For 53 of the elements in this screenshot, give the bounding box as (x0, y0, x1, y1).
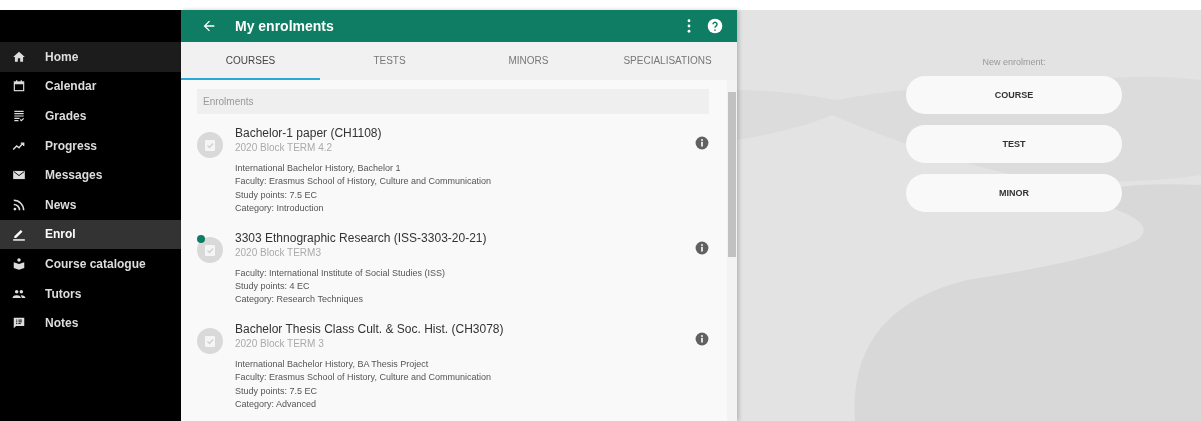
info-icon[interactable] (695, 331, 709, 346)
course-detail: Faculty: Erasmus School of History, Culture and Communication (235, 175, 492, 189)
course-term: 2020 Block TERM 4.2 (235, 142, 334, 153)
page-title: My enrolments (235, 18, 334, 34)
sidebar-item[interactable]: News (0, 189, 181, 220)
section-header: Enrolments (197, 89, 709, 114)
new-enrolment-label: New enrolment: (981, 57, 1047, 67)
sidebar-item[interactable]: Notes (0, 308, 181, 338)
more-icon[interactable] (687, 19, 691, 33)
course-detail: Study points: 7.5 EC (235, 384, 319, 398)
sidebar-item[interactable]: Course catalogue (0, 249, 181, 279)
home-icon (12, 49, 26, 64)
course-detail: International Bachelor History, Bachelor 1 (235, 162, 402, 175)
checklist-icon (12, 109, 26, 123)
course-detail: Category: Introduction (235, 202, 325, 216)
enrol-button[interactable]: TEST (906, 125, 1122, 163)
sidebar-item[interactable]: Home (0, 42, 181, 72)
course-detail: Category: Advanced (235, 398, 318, 412)
enrol-button[interactable]: MINOR (906, 174, 1122, 212)
sidebar-item[interactable]: Progress (0, 130, 181, 161)
course-detail: Category: Research Techniques (235, 293, 364, 307)
book-reader-icon (12, 256, 26, 271)
enrol-button[interactable]: COURSE (906, 76, 1122, 114)
course-title: Bachelor-1 paper (CH1108) (235, 126, 383, 140)
tab[interactable]: COURSES (181, 42, 320, 80)
pencil-icon (12, 227, 26, 242)
tab[interactable]: TESTS (320, 42, 459, 80)
tab[interactable]: SPECIALISATIONS (598, 42, 737, 80)
course-detail: Faculty: International Institute of Social Studies (ISS) (235, 266, 447, 280)
rss-icon (12, 197, 26, 212)
back-icon[interactable] (201, 18, 217, 34)
course-detail: Study points: 7.5 EC (235, 188, 319, 202)
clipboard-check-icon (197, 236, 223, 263)
course-term: 2020 Block TERM 3 (235, 337, 325, 349)
scrollbar[interactable] (727, 80, 737, 421)
course-title: Bachelor Thesis Class Cult. & Soc. Hist. (CH3078) (235, 321, 505, 336)
course-detail: Study points: 4 EC (235, 280, 311, 294)
sidebar-item[interactable]: Messages (0, 160, 181, 190)
info-icon[interactable] (695, 240, 709, 255)
sidebar-item[interactable]: Tutors (0, 278, 181, 309)
course-detail: Faculty: Erasmus School of History, Culture and Communication (235, 371, 492, 385)
course-detail: International Bachelor History, BA Thesis Project (235, 357, 430, 371)
clipboard-check-icon (197, 327, 223, 354)
calendar-icon (12, 79, 26, 94)
course-term: 2020 Block TERM3 (235, 246, 322, 258)
clipboard-check-icon (197, 132, 223, 158)
sidebar-item[interactable]: Calendar (0, 71, 181, 102)
sidebar-item[interactable]: Grades (0, 101, 181, 131)
help-icon[interactable] (707, 18, 723, 34)
info-icon[interactable] (695, 136, 709, 150)
tab[interactable]: MINORS (459, 42, 598, 80)
sidebar-item[interactable]: Enrol (0, 219, 181, 250)
course-title: 3303 Ethnographic Research (ISS-3303-20-21) (235, 230, 488, 245)
